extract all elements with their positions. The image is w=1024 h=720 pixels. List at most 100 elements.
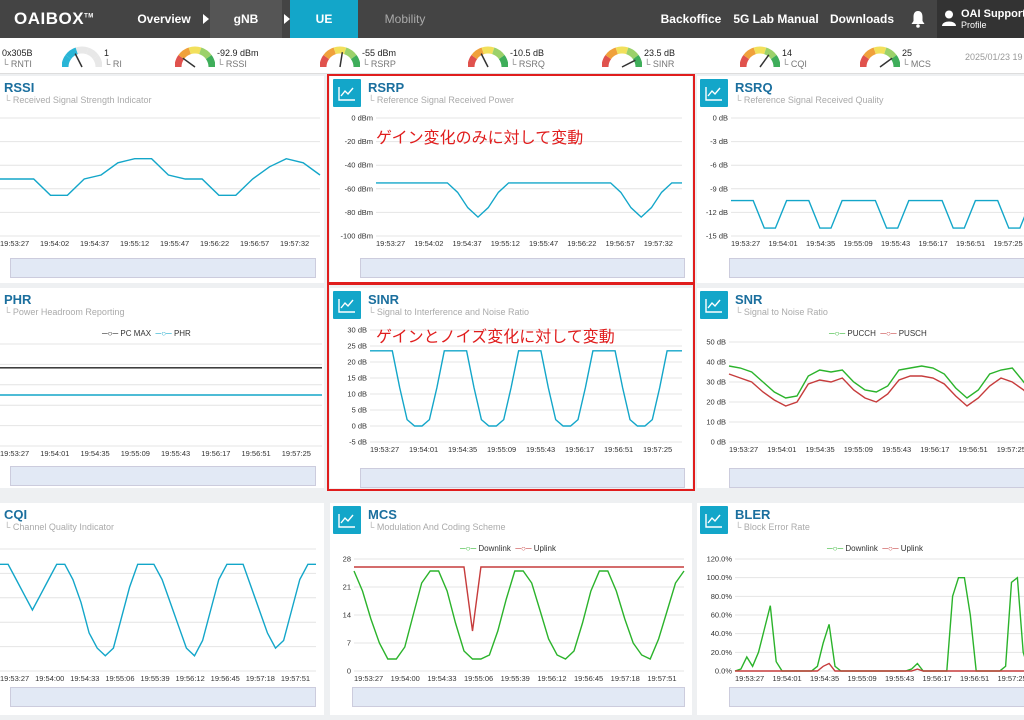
y-tick-label: 5 dB <box>352 406 367 415</box>
range-slider[interactable] <box>729 468 1024 488</box>
snr-chart: 50 dB 40 dB 30 dB 20 dB 10 dB 0 dB19:53:27 19:… <box>706 338 1024 454</box>
nav-ue[interactable]: UE <box>290 0 358 38</box>
oaibox-logo[interactable]: OAIBOXTM <box>14 9 94 29</box>
x-tick-label: 19:53:27 <box>354 674 383 683</box>
x-tick-label: 19:57:32 <box>644 239 673 248</box>
x-tick-label: 19:53:27 <box>376 239 405 248</box>
y-tick-label: 60.0% <box>711 611 733 620</box>
x-tick-label: 19:56:17 <box>919 239 948 248</box>
panel-title: CQI <box>4 507 28 522</box>
y-tick-label: -15 dB <box>706 232 728 241</box>
series-line <box>0 157 321 196</box>
range-slider[interactable] <box>352 687 685 707</box>
gauge-segment <box>863 47 877 60</box>
y-tick-label: 50 dB <box>706 338 726 347</box>
stat-label: └ RNTI <box>2 59 32 69</box>
user-menu[interactable]: OAI Support Profile <box>937 0 1024 38</box>
panel-title: RSRQ <box>735 80 773 95</box>
y-tick-label: 10 dB <box>347 390 367 399</box>
chart-icon <box>700 506 728 534</box>
x-tick-label: 19:54:35 <box>81 449 110 458</box>
x-tick-label: 19:56:51 <box>242 449 271 458</box>
y-tick-label: -6 dB <box>710 161 728 170</box>
user-profile-link[interactable]: Profile <box>961 20 987 30</box>
stat-mcs: 25 └ MCS <box>860 38 960 74</box>
x-tick-label: 19:55:43 <box>881 239 910 248</box>
cqi-gauge-icon <box>740 46 780 68</box>
x-tick-label: 19:54:02 <box>40 239 69 248</box>
panel-subtitle: └ Signal to Noise Ratio <box>735 307 828 317</box>
chart-icon <box>700 79 728 107</box>
nav-overview[interactable]: Overview <box>125 0 203 38</box>
x-tick-label: 19:53:27 <box>735 674 764 683</box>
panel-rsrq: RSRQ └ Reference Signal Received Quality… <box>697 76 1024 283</box>
stat-rnti: 0x305B └ RNTI <box>0 38 60 74</box>
panel-subtitle: └ Channel Quality Indicator <box>4 522 114 532</box>
gauge-needle <box>182 57 196 68</box>
y-tick-label: 20.0% <box>711 648 733 657</box>
x-tick-label: 19:56:22 <box>200 239 229 248</box>
annotation-sinr: ゲインとノイズ変化に対して変動 <box>376 329 615 346</box>
legend[interactable]: ─○─ PUCCH ─○─ PUSCH <box>829 329 927 338</box>
x-tick-label: 19:56:45 <box>574 674 603 683</box>
rssi-chart: 19:53:27 19:54:02 19:54:37 19:55:12 19:55:47… <box>0 117 321 248</box>
y-tick-label: 120.0% <box>707 555 733 564</box>
stats-bar: 0x305B └ RNTI 1 └ RI -92.9 dBm └ RSSI -5… <box>0 38 1024 74</box>
nav-backoffice[interactable]: Backoffice <box>660 0 722 38</box>
gauge-needle <box>621 59 636 68</box>
panel-subtitle: └ Reference Signal Received Power <box>368 95 514 105</box>
x-tick-label: 19:55:39 <box>501 674 530 683</box>
range-slider[interactable] <box>729 258 1024 278</box>
range-slider[interactable] <box>360 258 685 278</box>
stat-value: -55 dBm <box>362 48 397 58</box>
y-tick-label: 0 dB <box>713 114 728 123</box>
y-tick-label: -100 dBm <box>340 232 373 241</box>
y-tick-label: -5 dB <box>349 438 367 447</box>
x-tick-label: 19:55:47 <box>529 239 558 248</box>
bell-icon[interactable] <box>910 10 926 28</box>
phr-chart: 19:53:27 19:54:01 19:54:35 19:55:09 19:55:43… <box>0 343 322 458</box>
nav-lab-manual[interactable]: 5G Lab Manual <box>732 0 820 38</box>
panel-title: RSSI <box>4 80 35 95</box>
x-tick-label: 19:53:27 <box>0 674 29 683</box>
panel-title: SNR <box>735 292 763 307</box>
x-tick-label: 19:53:27 <box>0 449 29 458</box>
range-slider[interactable] <box>10 687 316 707</box>
x-tick-label: 19:54:35 <box>810 674 839 683</box>
panel-subtitle: └ Modulation And Coding Scheme <box>368 522 506 532</box>
x-tick-label: 19:55:09 <box>121 449 150 458</box>
gauge-segment <box>498 54 508 68</box>
gauge-segment <box>62 54 72 68</box>
panel-subtitle: └ Block Error Rate <box>735 522 810 532</box>
x-tick-label: 19:54:33 <box>70 674 99 683</box>
x-tick-label: 19:56:51 <box>956 239 985 248</box>
range-slider[interactable] <box>360 468 685 488</box>
range-slider[interactable] <box>10 466 316 486</box>
nav-downloads[interactable]: Downloads <box>828 0 896 38</box>
legend[interactable]: ─○─ Downlink ─○─ Uplink <box>460 544 556 553</box>
nav-mobility[interactable]: Mobility <box>362 0 448 38</box>
y-tick-label: 28 <box>343 555 351 564</box>
x-tick-label: 19:55:47 <box>160 239 189 248</box>
stat-label: └ RSRQ <box>510 59 545 69</box>
nav-gnb[interactable]: gNB <box>210 0 282 38</box>
y-tick-label: 25 dB <box>347 342 367 351</box>
x-tick-label: 19:56:12 <box>537 674 566 683</box>
gauge-segment <box>323 47 337 60</box>
range-slider[interactable] <box>729 687 1024 707</box>
stat-label: └ RSRP <box>362 59 396 69</box>
y-tick-label: 30 dB <box>706 378 726 387</box>
gauge-segment <box>491 47 505 60</box>
legend[interactable]: ─○─ PC MAX ─○─ PHR <box>102 329 191 338</box>
gauge-segment <box>605 47 619 60</box>
range-slider[interactable] <box>10 258 316 278</box>
ri-gauge-icon <box>62 46 102 68</box>
legend[interactable]: ─○─ Downlink ─○─ Uplink <box>827 544 923 553</box>
sinr-gauge-icon <box>602 46 642 68</box>
y-tick-label: -12 dB <box>706 208 728 217</box>
y-tick-label: 0 dB <box>352 422 367 431</box>
chart-icon <box>333 79 361 107</box>
chart-icon <box>333 291 361 319</box>
gauge-segment <box>198 47 212 60</box>
stat-rsrq: -10.5 dB └ RSRQ <box>468 38 578 74</box>
